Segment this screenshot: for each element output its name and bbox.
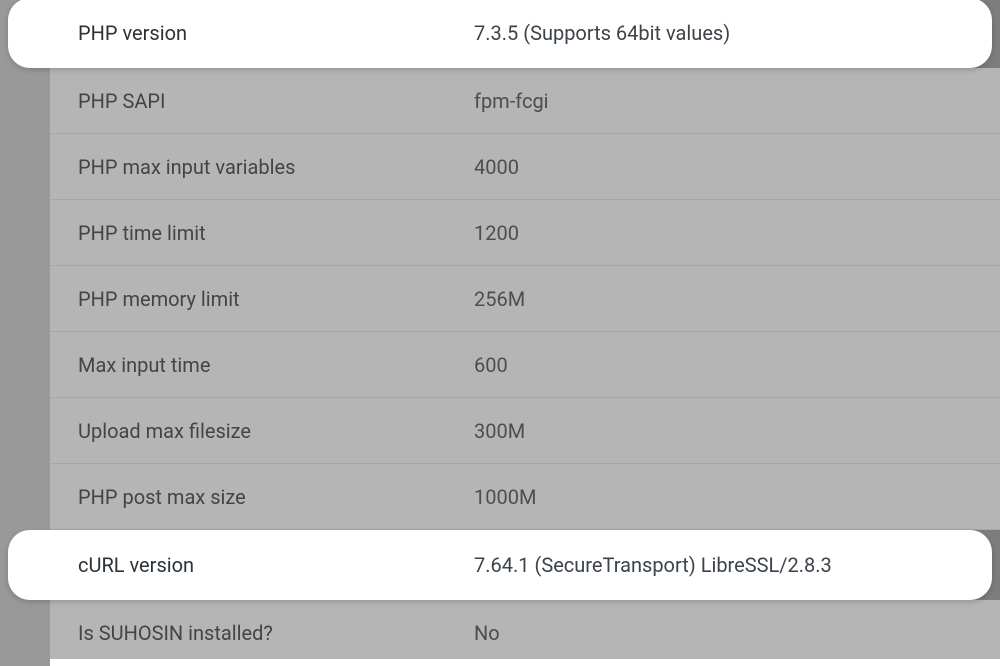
row-label: PHP memory limit	[78, 287, 474, 311]
row-label: Max input time	[78, 353, 474, 377]
row-label: PHP version	[78, 21, 474, 45]
row-value: 256M	[474, 287, 525, 311]
table-row: Max input time 600	[50, 332, 1000, 398]
table-row: PHP time limit 1200	[50, 200, 1000, 266]
table-row: PHP post max size 1000M	[50, 464, 1000, 530]
table-row: Upload max filesize 300M	[50, 398, 1000, 464]
row-value: 1000M	[474, 485, 536, 509]
row-value: 1200	[474, 221, 519, 245]
table-row: PHP max input variables 4000	[50, 134, 1000, 200]
row-label: Is SUHOSIN installed?	[78, 621, 474, 645]
row-label: PHP SAPI	[78, 89, 474, 113]
row-value: 4000	[474, 155, 519, 179]
row-label: cURL version	[78, 553, 474, 577]
row-value: 7.3.5 (Supports 64bit values)	[474, 21, 730, 45]
row-value: fpm-fcgi	[474, 89, 549, 113]
row-label: PHP max input variables	[78, 155, 474, 179]
row-value: No	[474, 621, 500, 645]
table-row: PHP SAPI fpm-fcgi	[50, 68, 1000, 134]
table-row: PHP memory limit 256M	[50, 266, 1000, 332]
table-row: PHP version 7.3.5 (Supports 64bit values…	[8, 0, 992, 68]
row-label: PHP post max size	[78, 485, 474, 509]
system-info-table: PHP version 7.3.5 (Supports 64bit values…	[50, 0, 1000, 659]
row-value: 600	[474, 353, 508, 377]
row-value: 300M	[474, 419, 525, 443]
row-value: 7.64.1 (SecureTransport) LibreSSL/2.8.3	[474, 553, 832, 577]
row-label: PHP time limit	[78, 221, 474, 245]
table-row: cURL version 7.64.1 (SecureTransport) Li…	[8, 530, 992, 600]
row-label: Upload max filesize	[78, 419, 474, 443]
table-row: Is SUHOSIN installed? No	[50, 600, 1000, 666]
